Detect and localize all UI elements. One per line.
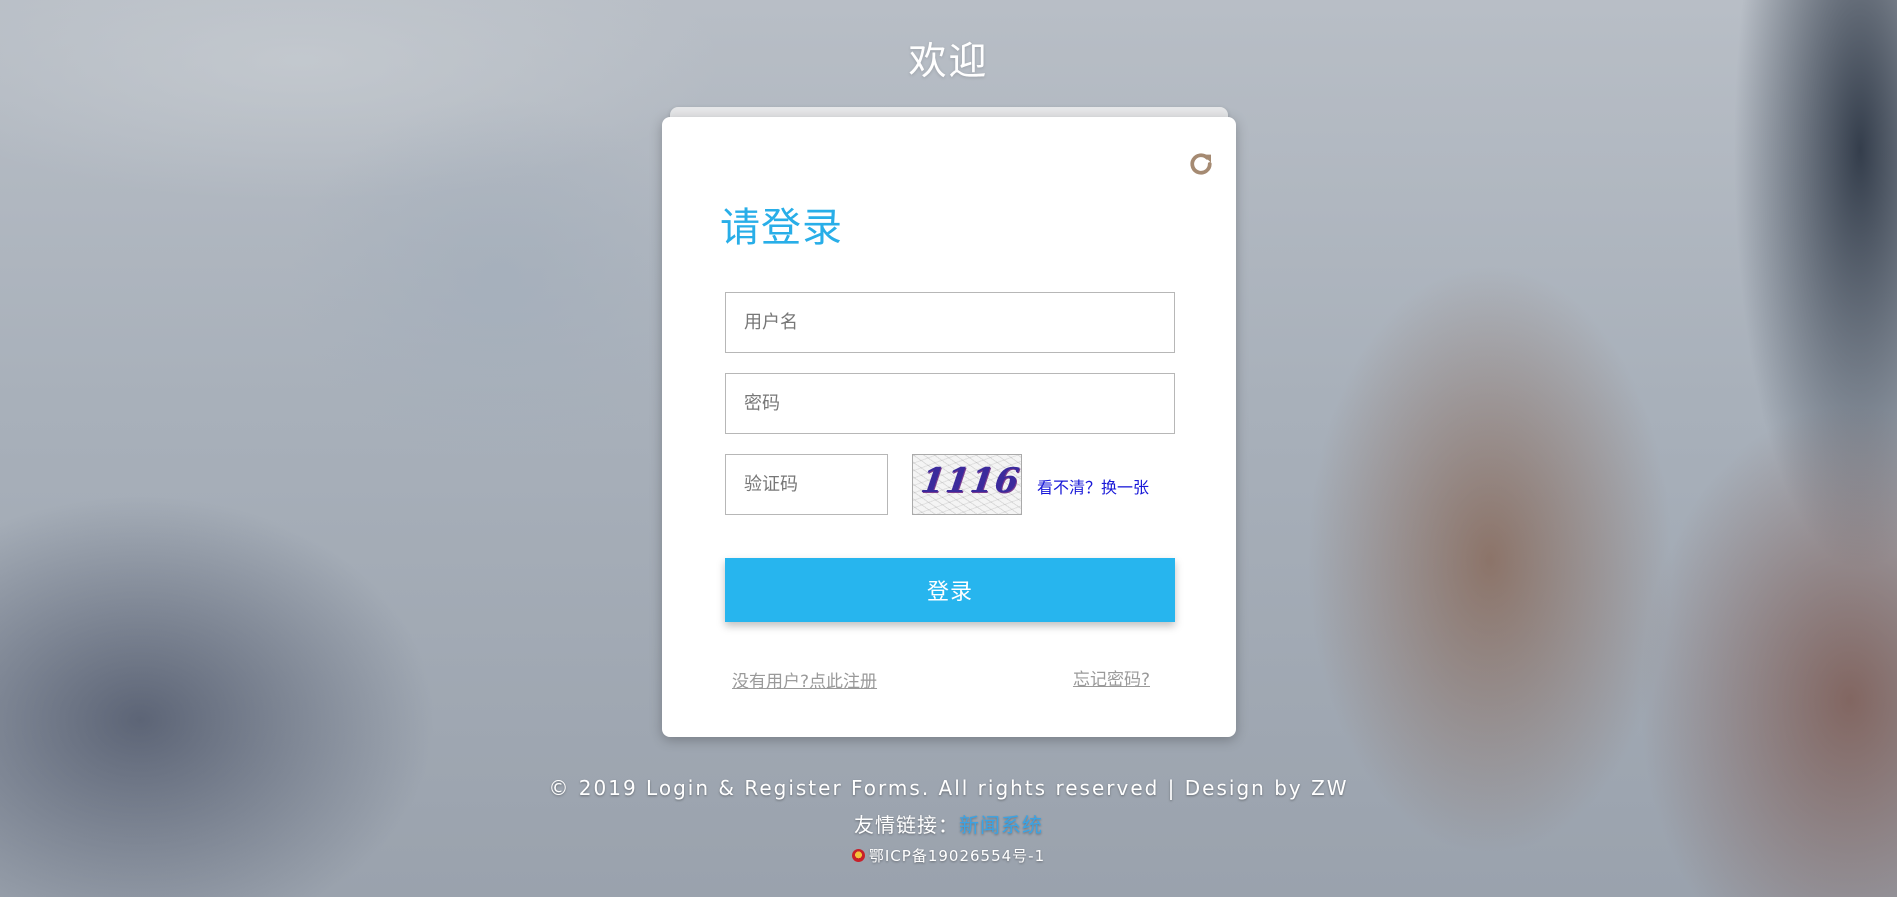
password-input[interactable] <box>725 373 1175 434</box>
footer-friend-links: 友情链接：新闻系统 <box>0 809 1897 838</box>
captcha-input[interactable] <box>725 454 888 515</box>
login-title: 请登录 <box>720 205 843 251</box>
captcha-refresh-link[interactable]: 看不清？换一张 <box>1037 474 1149 498</box>
footer-copyright: © 2019 Login & Register Forms. All right… <box>548 776 1349 800</box>
login-card: 请登录 1116 看不清？换一张 登录 没有用户?点此注册 忘记密码? <box>662 117 1236 737</box>
footer-icp: 鄂ICP备19026554号-1 <box>0 845 1897 866</box>
captcha-image[interactable]: 1116 <box>912 454 1022 515</box>
police-badge-icon <box>851 849 865 862</box>
icp-number[interactable]: 鄂ICP备19026554号-1 <box>869 847 1045 865</box>
username-input[interactable] <box>725 292 1175 353</box>
friend-link-news-system[interactable]: 新闻系统 <box>959 813 1043 837</box>
page-title: 欢迎 <box>908 39 989 83</box>
captcha-code: 1116 <box>918 461 1022 501</box>
forgot-password-link[interactable]: 忘记密码? <box>1073 665 1150 690</box>
login-button[interactable]: 登录 <box>725 558 1175 622</box>
register-link[interactable]: 没有用户?点此注册 <box>732 667 877 692</box>
refresh-icon[interactable] <box>1186 149 1216 179</box>
friend-links-label: 友情链接： <box>854 813 959 837</box>
